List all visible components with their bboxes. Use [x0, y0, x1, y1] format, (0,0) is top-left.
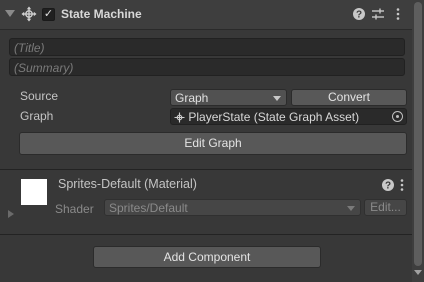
- material-title: Sprites-Default (Material): [58, 177, 197, 191]
- title-field[interactable]: (Title): [9, 38, 405, 56]
- chevron-down-icon: [273, 96, 281, 101]
- kebab-menu-icon[interactable]: [398, 178, 406, 192]
- kebab-menu-icon[interactable]: [394, 7, 402, 21]
- scrollbar-thumb[interactable]: [414, 2, 422, 266]
- source-value: Graph: [175, 91, 209, 105]
- divider: [0, 234, 412, 235]
- chevron-down-icon: [347, 206, 355, 211]
- add-component-button[interactable]: Add Component: [93, 246, 321, 268]
- scroll-down-arrow-icon[interactable]: [414, 270, 422, 275]
- summary-field[interactable]: (Summary): [9, 58, 405, 76]
- divider: [0, 169, 412, 170]
- shader-value: Sprites/Default: [109, 201, 188, 215]
- shader-dropdown[interactable]: Sprites/Default: [104, 199, 361, 216]
- component-title: State Machine: [61, 7, 142, 21]
- graph-value: PlayerState (State Graph Asset): [188, 110, 360, 124]
- graph-object-field[interactable]: PlayerState (State Graph Asset): [170, 108, 407, 125]
- preset-sliders-icon[interactable]: [371, 7, 385, 21]
- svg-text:?: ?: [385, 181, 391, 192]
- shader-label: Shader: [55, 202, 94, 216]
- svg-text:?: ?: [356, 10, 362, 21]
- graph-asset-icon: [174, 112, 185, 123]
- material-swatch: [21, 179, 47, 205]
- convert-button[interactable]: Convert: [291, 89, 407, 106]
- edit-graph-button[interactable]: Edit Graph: [19, 132, 407, 155]
- graph-label: Graph: [20, 109, 54, 123]
- shader-edit-button[interactable]: Edit...: [364, 199, 407, 216]
- material-fold-arrow-icon[interactable]: [8, 210, 14, 218]
- enabled-checkbox[interactable]: ✓: [42, 8, 55, 21]
- source-label: Source: [20, 89, 59, 103]
- object-picker-icon[interactable]: [392, 111, 403, 122]
- help-icon[interactable]: ?: [381, 178, 395, 192]
- source-dropdown[interactable]: Graph: [170, 89, 287, 106]
- help-icon[interactable]: ?: [352, 7, 366, 21]
- fold-arrow-icon[interactable]: [5, 10, 15, 17]
- move-arrows-icon: [21, 6, 37, 22]
